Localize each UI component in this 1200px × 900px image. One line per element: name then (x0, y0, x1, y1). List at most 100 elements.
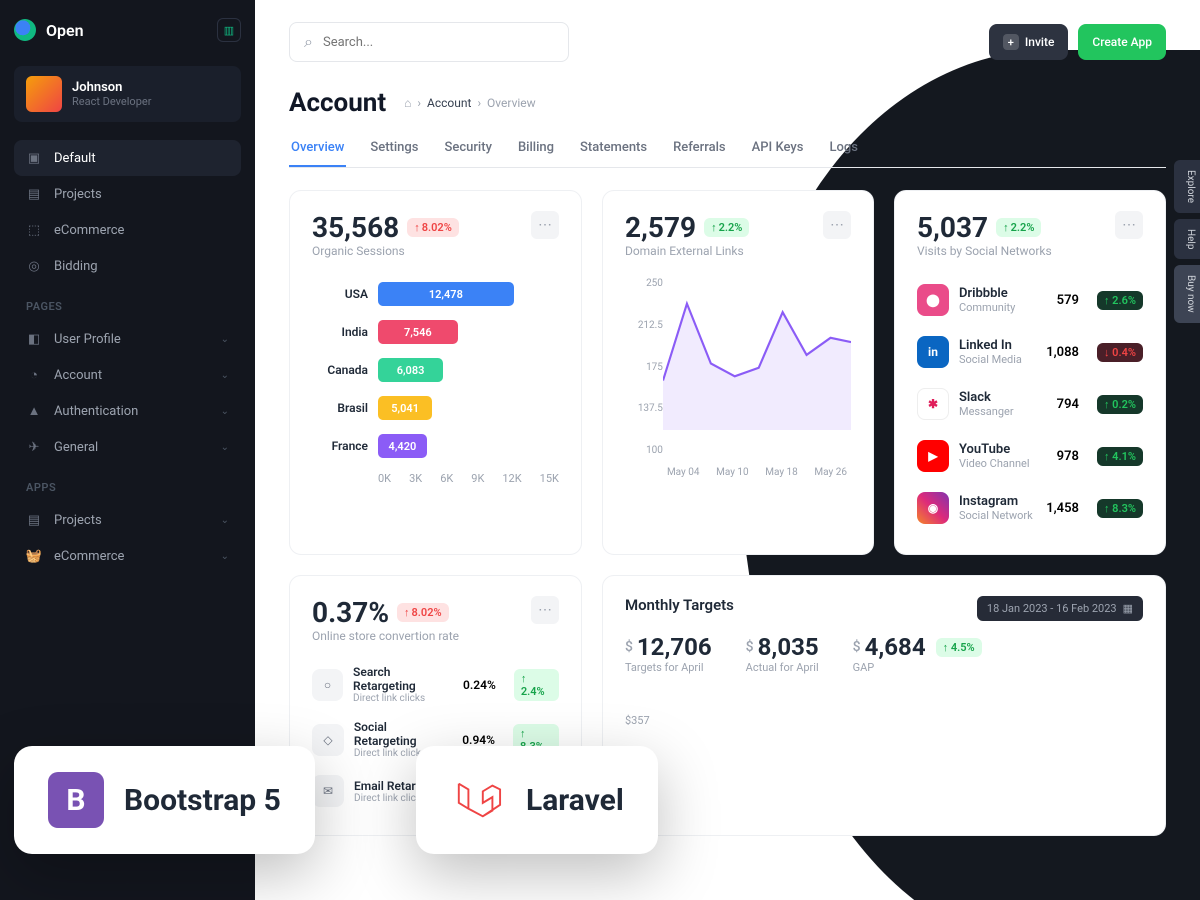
delta-badge: ↑ 4.1% (1097, 447, 1143, 466)
calendar-icon: ▦ (1123, 602, 1133, 615)
social-row-linked-in[interactable]: in Linked InSocial Media 1,088 ↓ 0.4% (917, 326, 1143, 378)
search-box[interactable]: ⌕ (289, 22, 569, 62)
tab-settings[interactable]: Settings (368, 130, 420, 167)
tab-billing[interactable]: Billing (516, 130, 556, 167)
date-range-picker[interactable]: 18 Jan 2023 - 16 Feb 2023 ▦ (977, 596, 1143, 621)
social-row-slack[interactable]: ✱ SlackMessanger 794 ↑ 0.2% (917, 378, 1143, 430)
home-icon[interactable]: ⌂ (404, 96, 411, 110)
tab-logs[interactable]: Logs (827, 130, 859, 167)
card-menu-button[interactable]: ⋯ (823, 211, 851, 239)
conv-delta-badge: ↑ 8.02% (397, 603, 449, 622)
social-icon: ✱ (917, 388, 949, 420)
sessions-delta-badge: ↑ 8.02% (407, 218, 459, 237)
conv-value: 0.37% (312, 596, 389, 629)
promo-bootstrap-card[interactable]: B Bootstrap 5 (14, 746, 315, 854)
conv-row: ○ Search RetargetingDirect link clicks 0… (312, 657, 559, 712)
breadcrumb-account[interactable]: Account (427, 96, 471, 110)
social-delta-badge: ↑ 2.2% (996, 218, 1041, 237)
delta-badge: ↑ 2.6% (1097, 291, 1143, 310)
tab-overview[interactable]: Overview (289, 130, 346, 167)
promo-laravel-card[interactable]: Laravel (416, 746, 658, 854)
chevron-down-icon: ⌄ (221, 551, 229, 562)
float-tab-buy-now[interactable]: Buy now (1174, 265, 1200, 323)
bar-chart-axis: 0K3K6K9K12K15K (312, 472, 559, 485)
nav-icon: ⬚ (26, 222, 42, 238)
breadcrumb: ⌂ › Account › Overview (404, 96, 536, 110)
links-delta-badge: ↑ 2.2% (704, 218, 749, 237)
card-monthly-targets: Monthly Targets 18 Jan 2023 - 16 Feb 202… (602, 575, 1166, 836)
sidebar-item-authentication[interactable]: ▲Authentication⌄ (14, 393, 241, 429)
social-row-instagram[interactable]: ◉ InstagramSocial Network 1,458 ↑ 8.3% (917, 482, 1143, 534)
chevron-down-icon: ⌄ (221, 370, 229, 381)
sidebar-item-account[interactable]: ◔Account⌄ (14, 357, 241, 393)
tab-referrals[interactable]: Referrals (671, 130, 728, 167)
user-role: React Developer (72, 95, 151, 108)
sidebar-item-ecommerce[interactable]: ⬚eCommerce (14, 212, 241, 248)
mini-bar-value: $357 (625, 714, 1143, 727)
plus-icon: + (1003, 34, 1019, 50)
nav-icon: ▤ (26, 186, 42, 202)
chevron-down-icon: ⌄ (221, 334, 229, 345)
social-row-youtube[interactable]: ▶ YouTubeVideo Channel 978 ↑ 4.1% (917, 430, 1143, 482)
section-label-apps: APPS (14, 465, 241, 502)
social-row-dribbble[interactable]: ⬤ DribbbleCommunity 579 ↑ 2.6% (917, 274, 1143, 326)
chevron-down-icon: ⌄ (221, 515, 229, 526)
card-external-links: 2,579 ↑ 2.2% Domain External Links ⋯ 250… (602, 190, 874, 555)
user-card[interactable]: Johnson React Developer (14, 66, 241, 122)
targets-title: Monthly Targets (625, 596, 734, 614)
bootstrap-icon: B (48, 772, 104, 828)
social-value: 5,037 (917, 211, 988, 244)
float-tab-explore[interactable]: Explore (1174, 160, 1200, 213)
invite-label: Invite (1025, 35, 1055, 49)
sidebar-item-bidding[interactable]: ◎Bidding (14, 248, 241, 284)
logo-icon (14, 19, 36, 41)
avatar (26, 76, 62, 112)
card-menu-button[interactable]: ⋯ (531, 211, 559, 239)
invite-button[interactable]: + Invite (989, 24, 1069, 60)
sidebar-item-ecommerce[interactable]: 🧺eCommerce⌄ (14, 538, 241, 574)
create-app-button[interactable]: Create App (1078, 24, 1166, 60)
search-input[interactable] (323, 35, 554, 50)
page-title: Account (289, 88, 386, 118)
card-menu-button[interactable]: ⋯ (1115, 211, 1143, 239)
tab-statements[interactable]: Statements (578, 130, 649, 167)
delta-badge: ↑ 2.4% (514, 669, 559, 701)
nav-icon: ▣ (26, 150, 42, 166)
tab-api-keys[interactable]: API Keys (750, 130, 806, 167)
brand-logo[interactable]: Open (14, 19, 84, 41)
nav-icon: ▤ (26, 512, 42, 528)
breadcrumb-leaf: Overview (487, 96, 536, 110)
nav-icon: ◎ (26, 258, 42, 274)
laravel-icon (450, 772, 506, 828)
retargeting-icon: ✉ (312, 775, 344, 807)
sidebar-item-user-profile[interactable]: ◧User Profile⌄ (14, 321, 241, 357)
sessions-label: Organic Sessions (312, 244, 459, 258)
sidebar-item-general[interactable]: ✈General⌄ (14, 429, 241, 465)
social-label: Visits by Social Networks (917, 244, 1052, 258)
bar-row-canada: Canada6,083 (312, 358, 559, 382)
tab-security[interactable]: Security (442, 130, 493, 167)
promo-bootstrap-label: Bootstrap 5 (124, 783, 281, 818)
bar-row-france: France4,420 (312, 434, 559, 458)
user-name: Johnson (72, 80, 151, 95)
sidebar-item-projects[interactable]: ▤Projects⌄ (14, 502, 241, 538)
retargeting-icon: ◇ (312, 724, 344, 756)
sessions-value: 35,568 (312, 211, 399, 244)
bar-row-brasil: Brasil5,041 (312, 396, 559, 420)
sidebar-item-projects[interactable]: ▤Projects (14, 176, 241, 212)
nav-icon: ◧ (26, 331, 42, 347)
brand-name: Open (46, 21, 84, 40)
links-value: 2,579 (625, 211, 696, 244)
nav-icon: 🧺 (26, 548, 42, 564)
card-social-networks: 5,037 ↑ 2.2% Visits by Social Networks ⋯… (894, 190, 1166, 555)
target-col-0: $12,706Targets for April (625, 633, 712, 674)
nav-icon: ▲ (26, 403, 42, 419)
promo-laravel-label: Laravel (526, 783, 624, 818)
analytics-toggle-button[interactable]: ▥ (217, 18, 241, 42)
section-label-pages: PAGES (14, 284, 241, 321)
float-tab-help[interactable]: Help (1174, 219, 1200, 259)
sidebar-item-default[interactable]: ▣Default (14, 140, 241, 176)
social-icon: in (917, 336, 949, 368)
bar-row-india: India7,546 (312, 320, 559, 344)
card-menu-button[interactable]: ⋯ (531, 596, 559, 624)
